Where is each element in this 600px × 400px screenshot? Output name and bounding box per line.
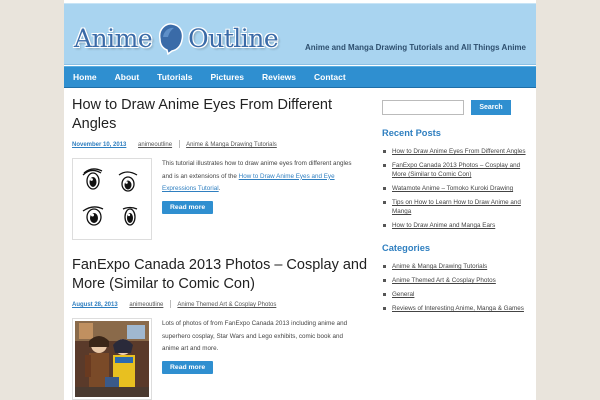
recent-post-link[interactable]: Watamote Anime – Tomoko Kuroki Drawing xyxy=(392,185,513,192)
post-date[interactable]: August 28, 2013 xyxy=(72,302,118,308)
recent-post-link[interactable]: FanExpo Canada 2013 Photos – Cosplay and… xyxy=(392,162,520,178)
post-body: Lots of photos of from FanExpo Canada 20… xyxy=(72,318,368,400)
nav-item-pictures[interactable]: Pictures xyxy=(201,67,253,87)
post-date[interactable]: November 10, 2013 xyxy=(72,142,126,148)
recent-posts-title: Recent Posts xyxy=(382,128,441,138)
site-header: Anime Outline Anime and Manga Drawing Tu… xyxy=(64,3,536,65)
list-item: General xyxy=(382,290,528,299)
post-title[interactable]: FanExpo Canada 2013 Photos – Cosplay and… xyxy=(72,256,368,294)
recent-post-link[interactable]: Tips on How to Learn How to Draw Anime a… xyxy=(392,199,521,215)
post-title[interactable]: How to Draw Anime Eyes From Different An… xyxy=(72,96,368,134)
recent-post-link[interactable]: How to Draw Anime Eyes From Different An… xyxy=(392,148,526,155)
excerpt-end: . xyxy=(218,185,221,192)
site-logo[interactable]: Anime Outline xyxy=(74,20,279,56)
category-link[interactable]: Reviews of Interesting Anime, Manga & Ga… xyxy=(392,305,524,312)
list-item: FanExpo Canada 2013 Photos – Cosplay and… xyxy=(382,161,528,179)
post-author[interactable]: animeoutline xyxy=(129,302,163,308)
post-thumbnail[interactable] xyxy=(72,158,152,240)
post-meta: August 28, 2013 animeoutline Anime Theme… xyxy=(72,300,368,310)
list-item: Anime & Manga Drawing Tutorials xyxy=(382,262,528,271)
page-wrapper: Anime Outline Anime and Manga Drawing Tu… xyxy=(64,0,536,400)
post-entry: FanExpo Canada 2013 Photos – Cosplay and… xyxy=(72,256,368,400)
post-excerpt-block: Lots of photos of from FanExpo Canada 20… xyxy=(152,318,358,400)
nav-item-about[interactable]: About xyxy=(106,67,149,87)
list-item: Anime Themed Art & Cosplay Photos xyxy=(382,276,528,285)
category-link[interactable]: General xyxy=(392,291,414,298)
list-item: Watamote Anime – Tomoko Kuroki Drawing xyxy=(382,184,528,193)
logo-head-icon xyxy=(159,23,184,55)
nav-item-contact[interactable]: Contact xyxy=(305,67,355,87)
sidebar: Search Recent Posts How to Draw Anime Ey… xyxy=(382,100,528,318)
post-thumbnail[interactable] xyxy=(72,318,152,400)
recent-posts-list: How to Draw Anime Eyes From Different An… xyxy=(382,147,528,230)
post-excerpt: This tutorial illustrates how to draw an… xyxy=(162,158,358,196)
post-meta: November 10, 2013 animeoutline Anime & M… xyxy=(72,140,368,150)
nav-item-tutorials[interactable]: Tutorials xyxy=(148,67,201,87)
nav-item-reviews[interactable]: Reviews xyxy=(253,67,305,87)
categories-title: Categories xyxy=(382,243,431,253)
site-tagline: Anime and Manga Drawing Tutorials and Al… xyxy=(304,43,526,52)
post-entry: How to Draw Anime Eyes From Different An… xyxy=(72,96,368,240)
post-excerpt: Lots of photos of from FanExpo Canada 20… xyxy=(162,320,348,352)
read-more-button[interactable]: Read more xyxy=(162,360,214,374)
main-content: How to Draw Anime Eyes From Different An… xyxy=(72,96,368,400)
list-item: Reviews of Interesting Anime, Manga & Ga… xyxy=(382,304,528,313)
meta-divider xyxy=(170,300,172,309)
post-author[interactable]: animeoutline xyxy=(138,142,172,148)
recent-post-link[interactable]: How to Draw Anime and Manga Ears xyxy=(392,222,495,229)
cosplay-photo xyxy=(75,321,149,397)
anime-eyes-drawing xyxy=(75,161,149,237)
category-link[interactable]: Anime Themed Art & Cosplay Photos xyxy=(392,277,496,284)
search-button[interactable]: Search xyxy=(471,100,511,115)
categories-list: Anime & Manga Drawing Tutorials Anime Th… xyxy=(382,262,528,313)
category-link[interactable]: Anime & Manga Drawing Tutorials xyxy=(392,263,487,270)
post-category[interactable]: Anime & Manga Drawing Tutorials xyxy=(186,142,277,148)
logo-text-outline: Outline xyxy=(188,23,279,53)
logo-text-anime: Anime xyxy=(74,23,153,53)
read-more-button[interactable]: Read more xyxy=(162,200,214,214)
nav-item-home[interactable]: Home xyxy=(64,67,106,87)
list-item: Tips on How to Learn How to Draw Anime a… xyxy=(382,198,528,216)
search-input[interactable] xyxy=(382,100,464,115)
meta-divider xyxy=(178,140,180,149)
post-body: This tutorial illustrates how to draw an… xyxy=(72,158,368,240)
list-item: How to Draw Anime and Manga Ears xyxy=(382,221,528,230)
list-item: How to Draw Anime Eyes From Different An… xyxy=(382,147,528,156)
post-excerpt-block: This tutorial illustrates how to draw an… xyxy=(152,158,358,240)
post-category[interactable]: Anime Themed Art & Cosplay Photos xyxy=(177,302,276,308)
main-nav: Home About Tutorials Pictures Reviews Co… xyxy=(64,66,536,88)
search-widget: Search xyxy=(382,100,528,115)
